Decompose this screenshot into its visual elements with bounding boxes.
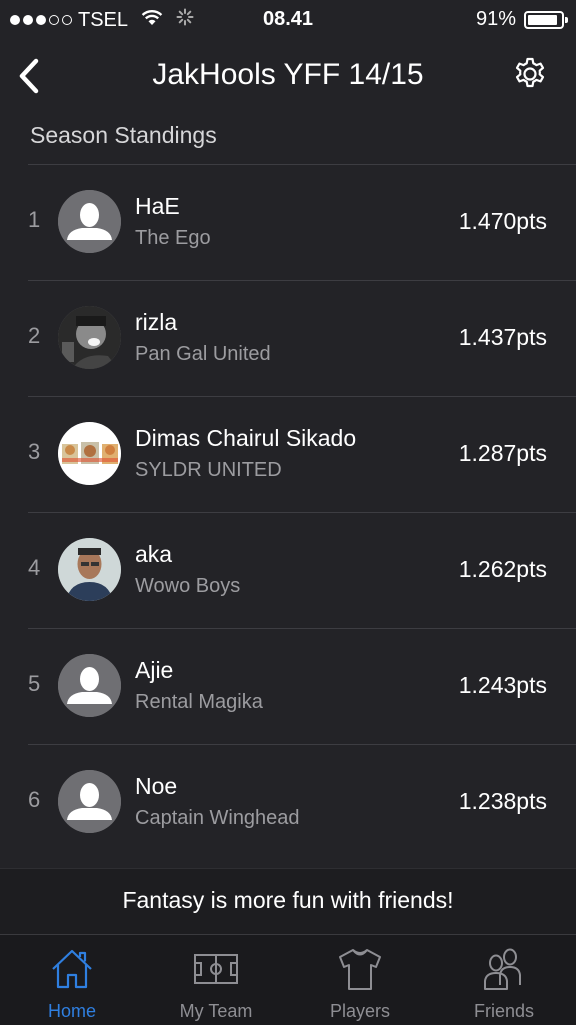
pitch-icon <box>194 954 238 984</box>
manager-name: aka <box>135 541 173 567</box>
standings-row[interactable]: 6 Noe Captain Winghead 1.238pts <box>28 744 576 860</box>
manager-name: Ajie <box>135 657 174 683</box>
tab-label: Players <box>329 1001 391 1021</box>
team-name: Captain Winghead <box>135 807 300 829</box>
photo-avatar <box>58 306 121 369</box>
friends-banner[interactable]: Fantasy is more fun with friends! <box>0 868 576 935</box>
status-right: 91% <box>475 8 568 31</box>
rank-number: 6 <box>28 787 41 812</box>
rank-number: 3 <box>28 439 41 464</box>
tab-bar: Home My Team Players Friends <box>0 934 576 1025</box>
tab-label: My Team <box>179 1001 253 1021</box>
battery-icon <box>524 10 568 29</box>
rank-number: 5 <box>28 671 41 696</box>
standings-row[interactable]: 4 aka Wowo Boys 1.262pts <box>28 512 576 628</box>
team-name: SYLDR UNITED <box>135 459 282 481</box>
rank-number: 2 <box>28 323 41 348</box>
battery-percent: 91% <box>475 8 516 30</box>
navigation-bar: JakHools YFF 14/15 <box>0 40 576 112</box>
standings-list: 1 HaE The Ego 1.470pts 2 rizla Pan Gal U… <box>28 164 576 860</box>
home-icon <box>52 949 92 989</box>
tab-home[interactable]: Home <box>0 935 144 1025</box>
points-value: 1.262pts <box>458 556 547 582</box>
default-avatar-icon <box>58 770 121 833</box>
points-value: 1.243pts <box>458 672 547 698</box>
standings-row[interactable]: 5 Ajie Rental Magika 1.243pts <box>28 628 576 744</box>
default-avatar-icon <box>58 190 121 253</box>
team-name: Pan Gal United <box>135 343 271 365</box>
section-title: Season Standings <box>30 122 217 148</box>
tab-label: Home <box>47 1001 96 1021</box>
gear-icon[interactable] <box>512 56 548 92</box>
team-name: The Ego <box>135 227 211 249</box>
points-value: 1.287pts <box>458 440 547 466</box>
status-bar: TSEL 08.41 91% <box>0 0 576 40</box>
photo-avatar <box>58 422 121 485</box>
friends-banner-text: Fantasy is more fun with friends! <box>122 887 454 913</box>
tab-my-team[interactable]: My Team <box>144 935 288 1025</box>
friends-icon <box>484 948 521 990</box>
tab-friends[interactable]: Friends <box>432 935 576 1025</box>
team-name: Wowo Boys <box>135 575 241 597</box>
tab-label: Friends <box>473 1001 535 1021</box>
standings-row[interactable]: 3 Dimas Chairul Sikado SYLDR UNITED 1.28… <box>28 396 576 512</box>
standings-row[interactable]: 1 HaE The Ego 1.470pts <box>28 164 576 280</box>
manager-name: rizla <box>135 309 178 335</box>
standings-row[interactable]: 2 rizla Pan Gal United 1.437pts <box>28 280 576 396</box>
photo-avatar <box>58 538 121 601</box>
points-value: 1.437pts <box>458 324 547 350</box>
points-value: 1.470pts <box>458 208 547 234</box>
default-avatar-icon <box>58 654 121 717</box>
manager-name: HaE <box>135 193 180 219</box>
points-value: 1.238pts <box>458 788 547 814</box>
page-title: JakHools YFF 14/15 <box>152 58 424 91</box>
jersey-icon <box>339 949 381 990</box>
manager-name: Noe <box>135 773 178 799</box>
team-name: Rental Magika <box>135 691 263 713</box>
manager-name: Dimas Chairul Sikado <box>135 425 357 451</box>
tab-players[interactable]: Players <box>288 935 432 1025</box>
rank-number: 1 <box>28 207 41 232</box>
rank-number: 4 <box>28 555 41 580</box>
